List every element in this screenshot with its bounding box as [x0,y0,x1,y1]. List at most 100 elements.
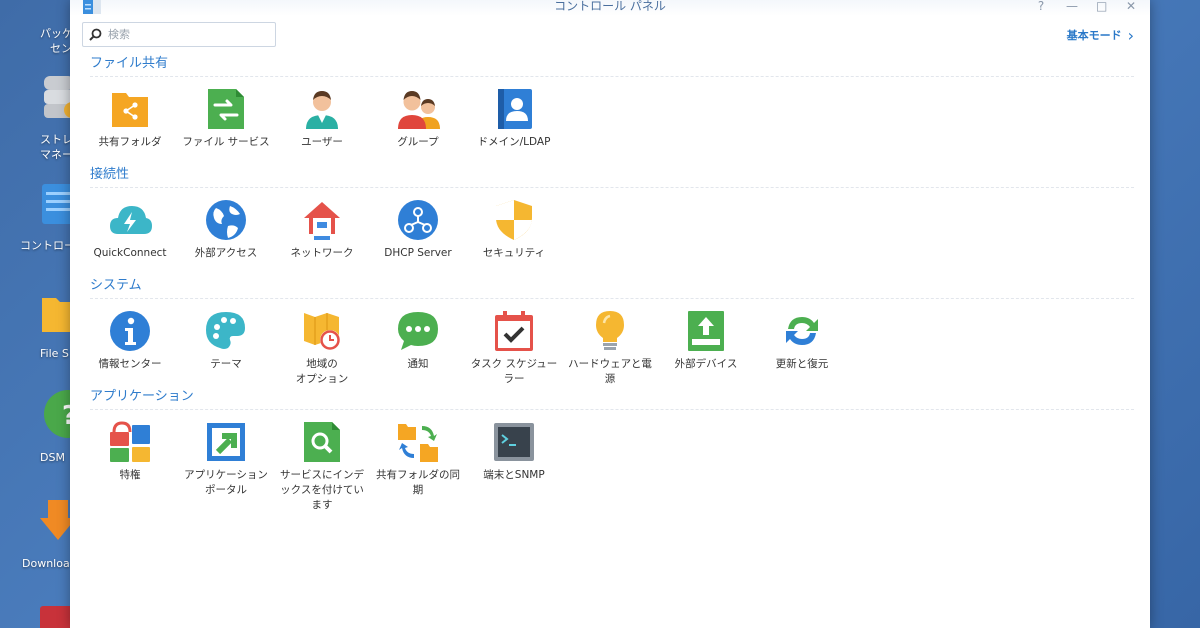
desktop-item-file-station[interactable]: File S [0,290,80,361]
item-notification[interactable]: 通知 [370,309,466,372]
item-label: ドメイン/LDAP [477,136,551,148]
desktop-label: セン [50,42,72,55]
desktop-item-control-panel[interactable]: コントロー [0,182,80,253]
section-file-sharing: ファイル共有 共有フォルダ ファイル サービス ユーザー グループ ドメイン/L… [90,56,1134,167]
section-applications: アプリケーション 特権 アプリケーション ポータル サービスにインデ ックスを付… [90,389,1134,511]
item-label: 特権 [119,469,141,481]
basic-mode-link[interactable]: 基本モード › [1067,27,1134,43]
item-group[interactable]: グループ [370,87,466,150]
domain-ldap-icon [498,89,532,129]
item-label: グループ [397,136,439,148]
item-info-center[interactable]: 情報センター [82,309,178,372]
item-label: 通知 [407,358,429,370]
item-label: 共有フォルダの同 [376,469,460,481]
maximize-button[interactable]: □ [1096,0,1107,12]
item-security[interactable]: セキュリティ [466,198,562,261]
item-regional-options[interactable]: 地域の オプション [274,309,370,387]
item-label-line2: 期 [412,484,424,496]
item-label: アプリケーション [184,469,268,481]
item-label-line2: ックスを付けてい [280,484,364,496]
desktop-item-dsm-help[interactable]: ? DSM [0,388,80,465]
basic-mode-label: 基本モード [1066,29,1122,42]
desktop-item-partial[interactable] [40,606,70,628]
control-panel-window: コントロール パネル ? — □ ✕ 基本モード › ファイル共有 [70,0,1150,628]
item-quickconnect[interactable]: QuickConnect [82,198,178,261]
section-title: アプリケーション [90,389,194,404]
item-privileges[interactable]: 特権 [82,420,178,483]
globe-icon [206,200,246,240]
item-label: ファイル サービス [182,136,270,148]
folder-sync-icon [398,424,438,462]
calendar-check-icon [495,311,533,351]
search-icon [89,28,102,41]
desktop-label: マネー [40,148,73,161]
item-shared-folder[interactable]: 共有フォルダ [82,87,178,150]
desktop-item-storage[interactable]: ストレ マネー [0,72,80,162]
section-title: システム [90,278,142,293]
item-label: 地域の [306,358,338,370]
help-button[interactable]: ? [1036,0,1046,12]
item-label-line2: 源 [604,373,616,385]
section-system: システム 情報センター テーマ 地域の オプション 通知 タスク スケジュー ラ… [90,278,1134,389]
user-icon [306,91,338,129]
map-clock-icon [304,313,340,350]
item-label-line3: ます [311,499,333,511]
indexing-search-icon [304,422,340,462]
item-label: ネットワーク [290,247,354,259]
item-application-portal[interactable]: アプリケーション ポータル [178,420,274,498]
shield-icon [496,200,532,240]
file-services-icon [208,89,244,129]
item-indexing-service[interactable]: サービスにインデ ックスを付けてい ます [274,420,370,513]
desktop-item-package[interactable]: パッケ セン [0,0,80,56]
item-task-scheduler[interactable]: タスク スケジュー ラー [466,309,562,387]
item-update-restore[interactable]: 更新と復元 [754,309,850,372]
item-label-line2: ポータル [205,484,247,496]
item-terminal-snmp[interactable]: 端末とSNMP [466,420,562,483]
section-title: 接続性 [90,167,130,182]
desktop-label: パッケ [40,27,73,40]
minimize-button[interactable]: — [1066,0,1078,12]
item-dhcp-server[interactable]: DHCP Server [370,198,466,261]
item-label: ハードウェアと電 [568,358,652,370]
item-label: 更新と復元 [775,358,829,370]
upload-device-icon [688,311,724,351]
item-label-line2: オプション [295,373,349,385]
chat-bubble-icon [398,312,438,350]
item-domain-ldap[interactable]: ドメイン/LDAP [466,87,562,150]
item-file-services[interactable]: ファイル サービス [178,87,274,150]
privileges-icon [110,421,150,462]
item-hardware-power[interactable]: ハードウェアと電 源 [562,309,658,387]
item-label: 外部デバイス [674,358,738,370]
item-label: テーマ [210,358,242,370]
item-user[interactable]: ユーザー [274,87,370,150]
search-input[interactable] [108,28,258,41]
dhcp-icon [398,200,438,240]
search-box[interactable] [82,22,276,47]
section-connectivity: 接続性 QuickConnect 外部アクセス ネットワーク DHCP Serv… [90,167,1134,278]
item-label: 情報センター [98,358,162,370]
close-button[interactable]: ✕ [1126,0,1136,12]
chevron-right-icon: › [1127,25,1134,45]
item-external-access[interactable]: 外部アクセス [178,198,274,261]
item-shared-folder-sync[interactable]: 共有フォルダの同 期 [370,420,466,498]
item-external-devices[interactable]: 外部デバイス [658,309,754,372]
refresh-icon [786,317,818,345]
item-label: 共有フォルダ [98,136,162,148]
item-label: タスク スケジュー [470,358,558,370]
info-icon [110,311,150,351]
window-titlebar[interactable]: コントロール パネル ? — □ ✕ [70,0,1150,16]
quickconnect-icon [110,206,152,234]
item-label: サービスにインデ [280,469,364,481]
section-title: ファイル共有 [90,56,169,71]
item-label: DHCP Server [384,247,452,259]
item-label: セキュリティ [482,247,546,259]
desktop-item-download-station[interactable]: Downloa [0,496,80,571]
item-label: 端末とSNMP [483,469,545,481]
item-network[interactable]: ネットワーク [274,198,370,261]
lightbulb-icon [596,311,624,350]
item-label-line2: ラー [503,373,525,385]
item-label: 外部アクセス [194,247,258,259]
shared-folder-icon [112,93,148,127]
group-icon [398,91,440,129]
item-theme[interactable]: テーマ [178,309,274,372]
